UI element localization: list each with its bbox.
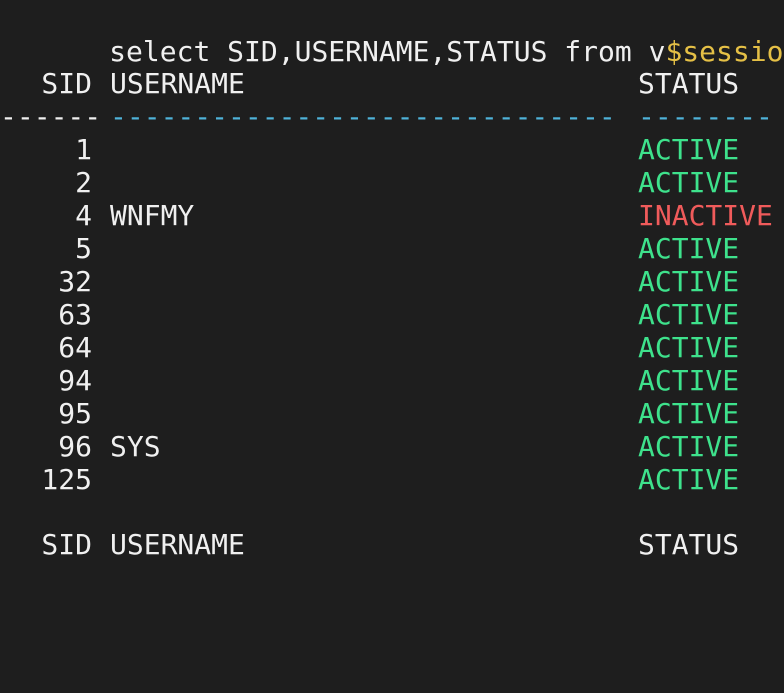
cell-status: ACTIVE bbox=[638, 265, 740, 298]
cell-status: ACTIVE bbox=[638, 397, 740, 430]
cell-sid: 125 bbox=[41, 463, 92, 496]
repeated-header-row: SID USERNAME STATUS bbox=[0, 528, 739, 561]
header-username: USERNAME bbox=[110, 67, 245, 100]
cell-sid: 5 bbox=[75, 232, 92, 265]
cell-sid: 94 bbox=[58, 364, 92, 397]
cell-status: ACTIVE bbox=[638, 298, 740, 331]
cell-username: WNFMY bbox=[110, 199, 195, 232]
separator-username: ------------------------------ bbox=[110, 100, 616, 133]
header-status: STATUS bbox=[638, 67, 740, 100]
cell-sid: 32 bbox=[58, 265, 92, 298]
query-line: select SID,USERNAME,STATUS from v$sessio… bbox=[0, 2, 784, 68]
cell-sid: 2 bbox=[75, 166, 92, 199]
query-text: select SID,USERNAME,STATUS from v bbox=[109, 35, 666, 68]
header-status: STATUS bbox=[638, 528, 740, 561]
cell-sid: 1 bbox=[75, 133, 92, 166]
separator-sid: ------ bbox=[0, 100, 102, 133]
cell-sid: 4 bbox=[75, 199, 92, 232]
cell-status: ACTIVE bbox=[638, 463, 740, 496]
header-sid: SID bbox=[41, 528, 92, 561]
table-header-row: SID USERNAME STATUS bbox=[0, 67, 739, 100]
cell-status: ACTIVE bbox=[638, 133, 740, 166]
terminal-output: select SID,USERNAME,STATUS from v$sessio… bbox=[0, 0, 784, 561]
header-username: USERNAME bbox=[110, 528, 245, 561]
separator-row: ------ ------------------------------ --… bbox=[0, 100, 773, 133]
query-highlight: $session bbox=[665, 35, 784, 68]
cell-status: ACTIVE bbox=[638, 364, 740, 397]
cell-sid: 95 bbox=[58, 397, 92, 430]
cell-status: INACTIVE bbox=[638, 199, 773, 232]
cell-sid: 63 bbox=[58, 298, 92, 331]
cell-sid: 96 bbox=[58, 430, 92, 463]
header-sid: SID bbox=[41, 67, 92, 100]
separator-status: -------- bbox=[638, 100, 773, 133]
cell-username: SYS bbox=[110, 430, 161, 463]
cell-sid: 64 bbox=[58, 331, 92, 364]
cell-status: ACTIVE bbox=[638, 232, 740, 265]
cell-status: ACTIVE bbox=[638, 166, 740, 199]
cell-status: ACTIVE bbox=[638, 331, 740, 364]
cell-status: ACTIVE bbox=[638, 430, 740, 463]
